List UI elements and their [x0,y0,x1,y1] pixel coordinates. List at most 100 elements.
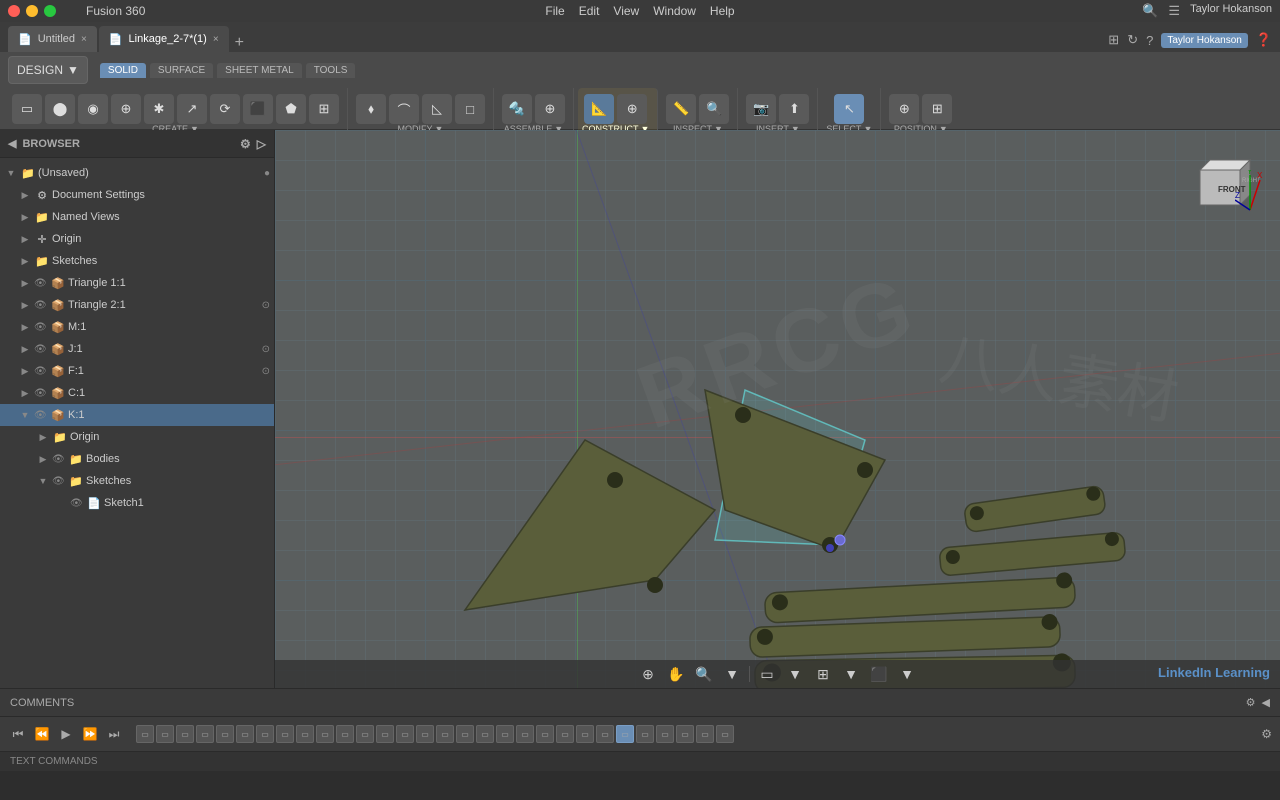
tree-item-k1-origin[interactable]: ▶ 📁 Origin [0,426,274,448]
tree-item-origin[interactable]: ▶ ✛ Origin [0,228,274,250]
menu-window[interactable]: Window [653,4,696,18]
sidebar-expand-icon[interactable]: ▷ [257,137,266,151]
modify-shell-btn[interactable]: □ [455,94,485,124]
menu-help[interactable]: Help [710,4,735,18]
modify-press-btn[interactable]: ⬧ [356,94,386,124]
tree-vis-k1-bodies[interactable]: 👁 [52,454,66,465]
tree-vis-j1[interactable]: 👁 [34,344,48,355]
toolbar-tab-solid[interactable]: SOLID [100,63,146,78]
create-cyl-btn[interactable]: ⬤ [45,94,75,124]
user-avatar[interactable]: Taylor Hokanson [1161,33,1247,48]
tl-item-6[interactable]: ▭ [236,725,254,743]
tl-first-btn[interactable]: ⏮ [8,724,28,744]
tab-linkage[interactable]: 📄 Linkage_2-7*(1) × [99,26,229,52]
tab-action-3[interactable]: ? [1146,33,1153,48]
tree-item-k1-sketches[interactable]: ▼ 👁 📁 Sketches [0,470,274,492]
viewport[interactable]: RRCG 八人素材 FRONT RIGHT X [275,130,1280,688]
comments-toggle-icon[interactable]: ◀ [1262,696,1270,709]
vp-btn-display1[interactable]: ▭ [756,663,778,685]
tree-item-docsettings[interactable]: ▶ ⚙ Document Settings [0,184,274,206]
position-align-btn[interactable]: ⊞ [922,94,952,124]
search-icon[interactable]: 🔍 [1142,3,1158,19]
fullscreen-button[interactable] [44,5,56,17]
tree-item-triangle1[interactable]: ▶ 👁 📦 Triangle 1:1 [0,272,274,294]
create-revolve-btn[interactable]: ⟳ [210,94,240,124]
tree-item-j1[interactable]: ▶ 👁 📦 J:1 ⊙ [0,338,274,360]
create-extrude-btn[interactable]: ↗ [177,94,207,124]
tree-item-triangle2[interactable]: ▶ 👁 📦 Triangle 2:1 ⊙ [0,294,274,316]
tl-item-27[interactable]: ▭ [656,725,674,743]
create-loft-btn[interactable]: ⬟ [276,94,306,124]
tl-item-2[interactable]: ▭ [156,725,174,743]
tl-item-15[interactable]: ▭ [416,725,434,743]
vp-btn-display-arrow3[interactable]: ▼ [896,663,918,685]
toolbar-tab-tools[interactable]: TOOLS [306,63,356,78]
tree-vis-c1[interactable]: 👁 [34,388,48,399]
vp-btn-pan[interactable]: ✋ [665,663,687,685]
tl-item-13[interactable]: ▭ [376,725,394,743]
construct-axis-btn[interactable]: ⊕ [617,94,647,124]
vp-btn-orbit[interactable]: ⊕ [637,663,659,685]
tl-item-10[interactable]: ▭ [316,725,334,743]
vp-btn-display-arrow1[interactable]: ▼ [784,663,806,685]
vp-btn-zoom-arrow[interactable]: ▼ [721,663,743,685]
tl-item-11[interactable]: ▭ [336,725,354,743]
tree-vis-triangle2[interactable]: 👁 [34,300,48,311]
toolbar-tab-sheetmetal[interactable]: SHEET METAL [217,63,302,78]
tl-item-22[interactable]: ▭ [556,725,574,743]
tl-play-btn[interactable]: ▶ [56,724,76,744]
vp-btn-display2[interactable]: ⊞ [812,663,834,685]
modify-fillet-btn[interactable]: ⌒ [389,94,419,124]
assemble-new-btn[interactable]: 🔩 [502,94,532,124]
tree-item-root[interactable]: ▼ 📁 (Unsaved) ● [0,162,274,184]
tl-item-23[interactable]: ▭ [576,725,594,743]
tl-item-16[interactable]: ▭ [436,725,454,743]
design-mode-dropdown[interactable]: DESIGN ▼ [8,56,88,84]
tree-item-namedviews[interactable]: ▶ 📁 Named Views [0,206,274,228]
create-coil-btn[interactable]: ✱ [144,94,174,124]
tree-item-sketches[interactable]: ▶ 📁 Sketches [0,250,274,272]
tl-item-28[interactable]: ▭ [676,725,694,743]
tl-item-12[interactable]: ▭ [356,725,374,743]
tl-item-5[interactable]: ▭ [216,725,234,743]
tl-prev-btn[interactable]: ⏪ [32,724,52,744]
tab-linkage-close[interactable]: × [213,34,219,45]
tl-item-20[interactable]: ▭ [516,725,534,743]
tree-vis-triangle1[interactable]: 👁 [34,278,48,289]
tree-vis-k1[interactable]: 👁 [34,410,48,421]
minimize-button[interactable] [26,5,38,17]
cube-indicator[interactable]: FRONT RIGHT X Y Z [1190,150,1260,220]
add-tab-button[interactable]: + [235,34,244,52]
tl-item-18[interactable]: ▭ [476,725,494,743]
tl-item-7[interactable]: ▭ [256,725,274,743]
tl-item-8[interactable]: ▭ [276,725,294,743]
sidebar-settings-icon[interactable]: ⚙ [240,137,251,151]
menu-edit[interactable]: Edit [579,4,600,18]
tab-untitled-close[interactable]: × [81,34,87,45]
tree-vis-k1-sketches[interactable]: 👁 [52,476,66,487]
vp-btn-zoom[interactable]: 🔍 [693,663,715,685]
create-sphere-btn[interactable]: ◉ [78,94,108,124]
user-label[interactable]: Taylor Hokanson [1190,3,1272,19]
create-box-btn[interactable]: ▭ [12,94,42,124]
comments-settings-icon[interactable]: ⚙ [1246,696,1256,709]
tl-item-17[interactable]: ▭ [456,725,474,743]
tl-item-29[interactable]: ▭ [696,725,714,743]
insert-svg-btn[interactable]: ⬆ [779,94,809,124]
create-more-btn[interactable]: ⊞ [309,94,339,124]
tl-item-14[interactable]: ▭ [396,725,414,743]
sidebar-collapse-icon[interactable]: ◀ [8,137,16,150]
menu-view[interactable]: View [613,4,639,18]
tree-item-m1[interactable]: ▶ 👁 📦 M:1 [0,316,274,338]
tl-item-30[interactable]: ▭ [716,725,734,743]
tree-vis-sketch1[interactable]: 👁 [70,498,84,509]
position-move-btn[interactable]: ⊕ [889,94,919,124]
construct-plane-btn[interactable]: 📐 [584,94,614,124]
timeline-settings-icon[interactable]: ⚙ [1261,727,1272,741]
insert-decal-btn[interactable]: 📷 [746,94,776,124]
inspect-measure-btn[interactable]: 📏 [666,94,696,124]
vp-btn-display3[interactable]: ⬛ [868,663,890,685]
tree-item-sketch1[interactable]: 👁 📄 Sketch1 [0,492,274,514]
tl-item-4[interactable]: ▭ [196,725,214,743]
tl-item-26[interactable]: ▭ [636,725,654,743]
